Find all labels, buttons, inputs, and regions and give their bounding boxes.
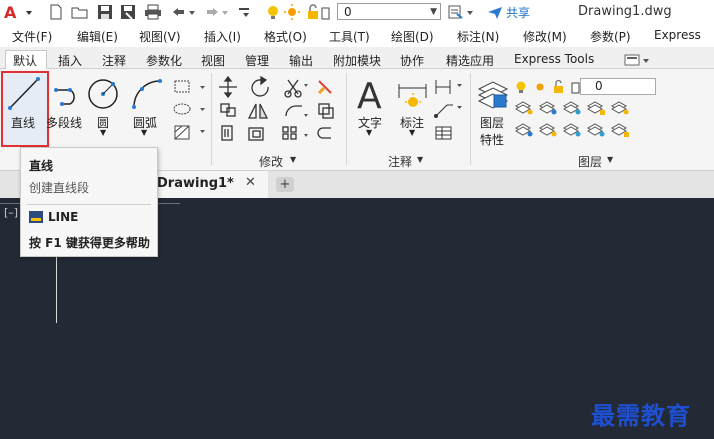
layer-state-icons[interactable] <box>266 3 330 21</box>
redo-icon[interactable] <box>202 3 230 21</box>
line-icon <box>8 77 40 110</box>
chevron-down-icon[interactable]: ▼ <box>417 155 423 164</box>
menu-view[interactable]: 视图(V) <box>139 28 181 45</box>
close-icon[interactable]: ✕ <box>245 175 256 190</box>
viewport-control[interactable]: [–] <box>4 206 18 219</box>
tab-insert[interactable]: 插入 <box>58 52 82 69</box>
print-icon[interactable] <box>143 3 163 21</box>
polyline-icon[interactable] <box>52 80 84 110</box>
ribbon-layer-value: 0 <box>595 79 603 93</box>
layer-properties-label-1[interactable]: 图层 <box>480 114 504 131</box>
new-file-icon[interactable] <box>48 3 64 21</box>
annotation-panel-title[interactable]: 注释 <box>388 153 412 170</box>
menu-format[interactable]: 格式(O) <box>264 28 307 45</box>
menu-parametric[interactable]: 参数(P) <box>590 28 631 45</box>
arc-icon[interactable] <box>130 77 164 111</box>
dimension-icon[interactable] <box>396 78 430 112</box>
send-icon[interactable] <box>487 5 503 24</box>
chevron-down-icon[interactable]: ▼ <box>366 128 372 137</box>
title-bar: A 0 ▼ 共享 Drawing1.dwg <box>0 0 714 24</box>
chevron-down-icon: ▼ <box>430 7 437 17</box>
text-icon[interactable]: A <box>354 74 388 114</box>
svg-text:A: A <box>357 76 382 114</box>
panel-separator <box>346 73 347 165</box>
tooltip-help: 按 F1 键获得更多帮助 <box>29 236 150 250</box>
layer-dropdown[interactable]: 0 ▼ <box>337 3 441 20</box>
save-as-icon[interactable] <box>119 3 137 21</box>
tooltip-title: 直线 <box>29 159 54 173</box>
undo-icon[interactable] <box>169 3 197 21</box>
menu-file[interactable]: 文件(F) <box>12 28 52 45</box>
tab-parametric[interactable]: 参数化 <box>146 52 182 69</box>
chevron-down-icon[interactable]: ▼ <box>100 128 106 137</box>
document-title: Drawing1.dwg <box>578 4 672 19</box>
layer-value: 0 <box>344 5 352 19</box>
watermark-text: 最需教育 <box>591 401 691 430</box>
tab-manage[interactable]: 管理 <box>245 52 269 69</box>
menu-insert[interactable]: 插入(I) <box>204 28 241 45</box>
circle-icon[interactable] <box>86 77 120 111</box>
line-tooltip: 直线 创建直线段 LINE 按 F1 键获得更多帮助 <box>20 147 158 257</box>
modify-tools-icons[interactable] <box>216 76 344 148</box>
tab-addins[interactable]: 附加模块 <box>333 52 381 69</box>
add-tab-button[interactable]: + <box>276 177 294 192</box>
command-line-icon <box>29 211 43 223</box>
layer-properties-icon[interactable] <box>476 77 510 111</box>
ribbon-layer-dropdown[interactable]: 0 <box>580 78 656 95</box>
menu-edit[interactable]: 编辑(E) <box>77 28 118 45</box>
application-menu-button[interactable]: A <box>2 3 36 21</box>
tab-output[interactable]: 输出 <box>289 52 313 69</box>
autocad-logo-icon: A <box>4 3 32 21</box>
tab-view[interactable]: 视图 <box>201 52 225 69</box>
tab-featured-apps[interactable]: 精选应用 <box>446 52 494 69</box>
layer-tools-icons[interactable] <box>514 100 664 144</box>
menu-modify[interactable]: 修改(M) <box>523 28 567 45</box>
tooltip-divider <box>27 204 151 205</box>
panel-separator <box>211 73 212 165</box>
chevron-down-icon[interactable]: ▼ <box>409 128 415 137</box>
menu-dimension[interactable]: 标注(N) <box>457 28 499 45</box>
tab-default[interactable]: 默认 <box>13 52 37 69</box>
layer-properties-label-2[interactable]: 特性 <box>480 131 504 148</box>
share-button[interactable]: 共享 <box>506 4 530 21</box>
layers-panel-title[interactable]: 图层 <box>578 153 602 170</box>
tab-express-tools[interactable]: Express Tools <box>514 52 594 66</box>
menu-bar: 文件(F) 编辑(E) 视图(V) 插入(I) 格式(O) 工具(T) 绘图(D… <box>0 24 714 46</box>
workspace-switch-icon[interactable] <box>446 3 480 21</box>
annotation-small-tools-icon[interactable] <box>433 76 467 144</box>
tooltip-command: LINE <box>48 210 79 224</box>
open-folder-icon[interactable] <box>70 3 90 21</box>
line-tool-label: 直线 <box>11 116 36 130</box>
tooltip-description: 创建直线段 <box>29 181 90 195</box>
menu-express[interactable]: Express <box>654 28 701 42</box>
panel-separator <box>470 73 471 165</box>
document-tab-label[interactable]: Drawing1* <box>157 176 234 191</box>
modify-panel-title[interactable]: 修改 <box>259 153 283 170</box>
layer-state-icons <box>514 79 590 99</box>
tab-annotate[interactable]: 注释 <box>102 52 126 69</box>
menu-draw[interactable]: 绘图(D) <box>391 28 434 45</box>
chevron-down-icon[interactable]: ▼ <box>607 155 613 164</box>
chevron-down-icon[interactable]: ▼ <box>141 128 147 137</box>
save-icon[interactable] <box>96 3 114 21</box>
chevron-down-icon[interactable]: ▼ <box>290 155 296 164</box>
customize-toolbar-icon[interactable] <box>236 3 260 21</box>
tab-collaborate[interactable]: 协作 <box>400 52 424 69</box>
svg-text:A: A <box>4 3 17 21</box>
polyline-label[interactable]: 多段线 <box>46 114 82 131</box>
menu-tools[interactable]: 工具(T) <box>329 28 370 45</box>
draw-small-tools-icon[interactable] <box>172 78 210 146</box>
